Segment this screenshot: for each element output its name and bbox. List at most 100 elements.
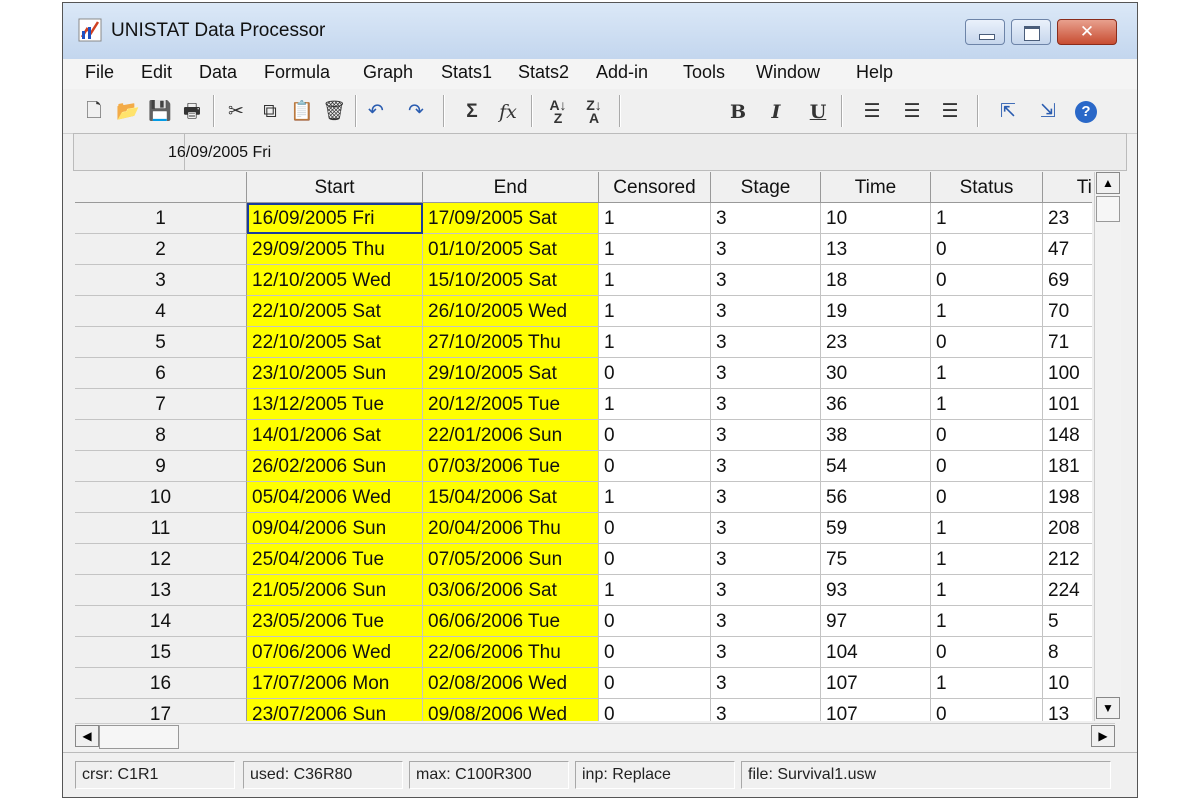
menu-window[interactable]: Window — [756, 62, 820, 83]
align-left-icon[interactable]: ☰ — [859, 99, 885, 125]
table-cell[interactable]: 38 — [821, 420, 931, 451]
table-cell[interactable]: 36 — [821, 389, 931, 420]
table-cell[interactable]: 93 — [821, 575, 931, 606]
table-cell[interactable]: 22/06/2006 Thu — [423, 637, 599, 668]
table-cell[interactable]: 1 — [599, 234, 711, 265]
table-cell[interactable]: 17/09/2005 Sat — [423, 203, 599, 234]
scroll-left-icon[interactable]: ◀ — [75, 725, 99, 747]
sort-descending-icon[interactable]: Z↓ A — [581, 98, 607, 125]
table-cell[interactable]: 1 — [931, 668, 1043, 699]
table-cell[interactable]: 56 — [821, 482, 931, 513]
table-cell[interactable]: 02/08/2006 Wed — [423, 668, 599, 699]
table-cell[interactable]: 12/10/2005 Wed — [247, 265, 423, 296]
table-cell[interactable]: 1 — [599, 327, 711, 358]
table-cell[interactable]: 21/05/2006 Sun — [247, 575, 423, 606]
table-cell[interactable]: 0 — [931, 265, 1043, 296]
vertical-scroll-thumb[interactable] — [1096, 196, 1120, 222]
row-header[interactable]: 12 — [75, 544, 247, 575]
table-cell[interactable]: 8 — [1043, 637, 1092, 668]
table-cell[interactable]: 22/10/2005 Sat — [247, 296, 423, 327]
print-icon[interactable]: 🖶 — [179, 99, 205, 125]
table-cell[interactable]: 17/07/2006 Mon — [247, 668, 423, 699]
table-cell[interactable]: 30 — [821, 358, 931, 389]
table-cell[interactable]: 03/06/2006 Sat — [423, 575, 599, 606]
table-cell[interactable]: 198 — [1043, 482, 1092, 513]
table-cell[interactable]: 3 — [711, 699, 821, 721]
table-cell[interactable]: 3 — [711, 358, 821, 389]
table-cell[interactable]: 1 — [931, 296, 1043, 327]
sum-icon[interactable]: Σ — [459, 99, 485, 125]
italic-button[interactable]: I — [763, 99, 789, 125]
table-cell[interactable]: 26/10/2005 Wed — [423, 296, 599, 327]
table-cell[interactable]: 13 — [821, 234, 931, 265]
table-cell[interactable]: 27/10/2005 Thu — [423, 327, 599, 358]
table-cell[interactable]: 3 — [711, 451, 821, 482]
table-cell[interactable]: 09/04/2006 Sun — [247, 513, 423, 544]
new-file-icon[interactable]: 🗋 — [81, 99, 107, 125]
table-cell[interactable]: 1 — [599, 203, 711, 234]
table-cell[interactable]: 0 — [599, 637, 711, 668]
table-cell[interactable]: 1 — [599, 389, 711, 420]
table-cell[interactable]: 23/10/2005 Sun — [247, 358, 423, 389]
table-cell[interactable]: 1 — [931, 203, 1043, 234]
table-cell[interactable]: 23 — [821, 327, 931, 358]
redo-icon[interactable]: ↷ — [403, 99, 429, 125]
delete-icon[interactable]: 🗑 — [321, 99, 347, 125]
table-cell[interactable]: 3 — [711, 513, 821, 544]
menu-add-in[interactable]: Add-in — [596, 62, 648, 83]
menu-edit[interactable]: Edit — [141, 62, 172, 83]
table-cell[interactable]: 3 — [711, 544, 821, 575]
table-cell[interactable]: 26/02/2006 Sun — [247, 451, 423, 482]
close-button[interactable]: ✕ — [1057, 19, 1117, 45]
table-cell[interactable]: 148 — [1043, 420, 1092, 451]
cut-icon[interactable]: ✂ — [223, 99, 249, 125]
table-cell[interactable]: 59 — [821, 513, 931, 544]
column-header[interactable]: Censored — [599, 172, 711, 203]
row-header[interactable]: 10 — [75, 482, 247, 513]
table-cell[interactable]: 1 — [931, 544, 1043, 575]
table-cell[interactable]: 22/10/2005 Sat — [247, 327, 423, 358]
table-cell[interactable]: 29/09/2005 Thu — [247, 234, 423, 265]
table-cell[interactable]: 14/01/2006 Sat — [247, 420, 423, 451]
table-cell[interactable]: 1 — [931, 358, 1043, 389]
undo-icon[interactable]: ↶ — [363, 99, 389, 125]
table-cell[interactable]: 0 — [931, 637, 1043, 668]
table-cell[interactable]: 69 — [1043, 265, 1092, 296]
table-cell[interactable]: 101 — [1043, 389, 1092, 420]
table-cell[interactable]: 22/01/2006 Sun — [423, 420, 599, 451]
table-cell[interactable]: 16/09/2005 Fri — [247, 203, 423, 234]
row-header[interactable]: 6 — [75, 358, 247, 389]
menu-stats2[interactable]: Stats2 — [518, 62, 569, 83]
scroll-right-icon[interactable]: ▶ — [1091, 725, 1115, 747]
table-cell[interactable]: 3 — [711, 327, 821, 358]
table-cell[interactable]: 70 — [1043, 296, 1092, 327]
table-cell[interactable]: 0 — [599, 544, 711, 575]
table-cell[interactable]: 06/06/2006 Tue — [423, 606, 599, 637]
menu-formula[interactable]: Formula — [264, 62, 330, 83]
table-cell[interactable]: 181 — [1043, 451, 1092, 482]
table-cell[interactable]: 97 — [821, 606, 931, 637]
align-center-icon[interactable]: ☰ — [899, 99, 925, 125]
menu-help[interactable]: Help — [856, 62, 893, 83]
table-cell[interactable]: 5 — [1043, 606, 1092, 637]
menu-tools[interactable]: Tools — [683, 62, 725, 83]
column-header[interactable]: Time — [821, 172, 931, 203]
table-cell[interactable]: 1 — [931, 389, 1043, 420]
row-header[interactable]: 4 — [75, 296, 247, 327]
row-header[interactable]: 8 — [75, 420, 247, 451]
table-cell[interactable]: 0 — [599, 513, 711, 544]
row-header[interactable]: 13 — [75, 575, 247, 606]
menu-stats1[interactable]: Stats1 — [441, 62, 492, 83]
cell-content-value[interactable]: 16/09/2005 Fri — [168, 144, 271, 162]
table-cell[interactable]: 0 — [599, 668, 711, 699]
table-cell[interactable]: 1 — [931, 606, 1043, 637]
table-cell[interactable]: 100 — [1043, 358, 1092, 389]
table-cell[interactable]: 0 — [931, 420, 1043, 451]
table-cell[interactable]: 15/04/2006 Sat — [423, 482, 599, 513]
table-cell[interactable]: 104 — [821, 637, 931, 668]
menu-graph[interactable]: Graph — [363, 62, 413, 83]
table-cell[interactable]: 10 — [821, 203, 931, 234]
table-cell[interactable]: 107 — [821, 668, 931, 699]
row-header[interactable]: 15 — [75, 637, 247, 668]
table-cell[interactable]: 20/04/2006 Thu — [423, 513, 599, 544]
